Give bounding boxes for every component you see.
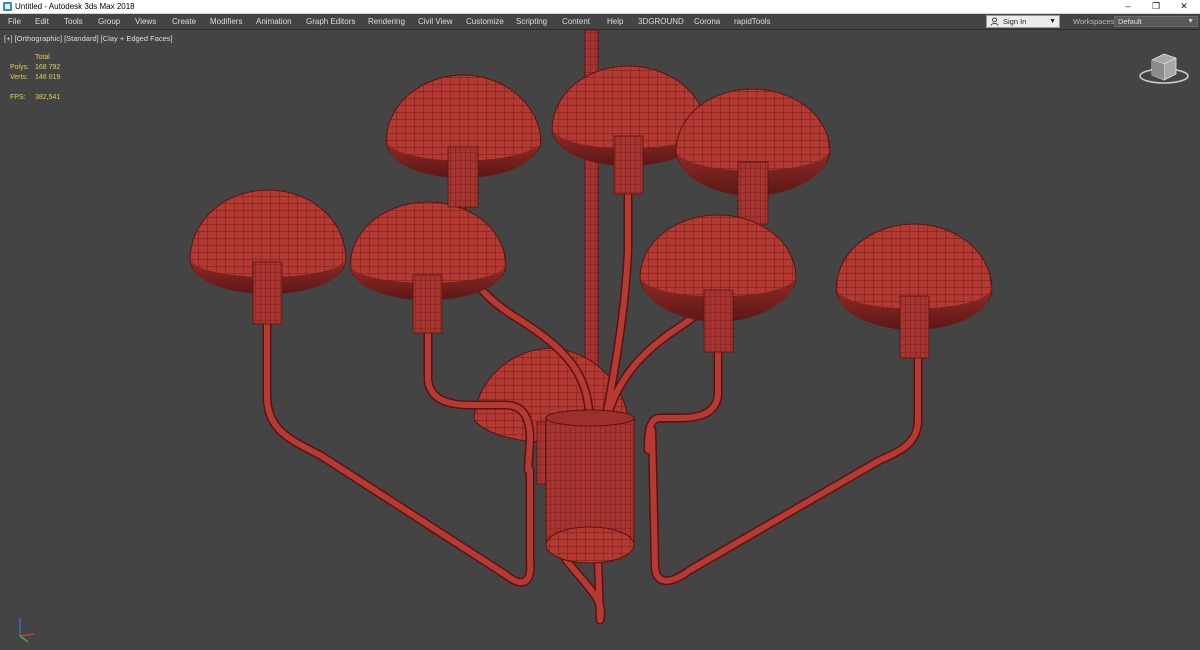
viewport-view-mode[interactable]: [Orthographic]	[15, 34, 63, 43]
stats-verts-label: Verts:	[10, 74, 28, 81]
lamp-shade-left-outer	[189, 189, 347, 325]
viewcube-icon[interactable]	[1136, 48, 1192, 90]
lamp-shade-top-right	[675, 88, 831, 225]
stats-total-label: Total	[35, 54, 50, 61]
stats-polys-label: Polys:	[10, 64, 30, 71]
center-hub	[536, 409, 635, 564]
stats-fps-value: 382,541	[35, 94, 61, 101]
chandelier-model[interactable]	[0, 0, 1200, 650]
lamp-shade-left-inner	[349, 201, 507, 334]
stats-fps-label: FPS:	[10, 94, 26, 101]
viewport-shading-standard[interactable]: [Standard]	[64, 34, 99, 43]
stats-verts-value: 146 019	[35, 74, 61, 81]
viewport-display-mode[interactable]: [Clay + Edged Faces]	[101, 34, 173, 43]
axis-tripod-icon	[19, 618, 35, 643]
lamp-shade-top-left	[385, 74, 542, 208]
lamp-shade-right-outer	[835, 223, 993, 359]
lamp-shade-right-inner	[639, 214, 797, 353]
viewport-label[interactable]: [+] [Orthographic] [Standard] [Clay + Edged…	[4, 34, 175, 43]
stats-polys-value: 168 792	[35, 64, 61, 71]
viewport-menu-plus[interactable]: [+]	[4, 34, 13, 43]
